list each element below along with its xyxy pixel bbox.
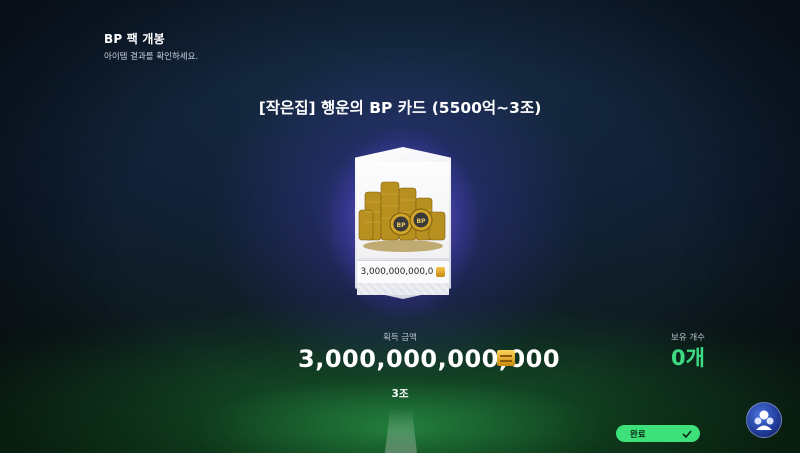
owned-count-value: 0개 bbox=[671, 346, 705, 370]
page-subtitle: 아이템 결과를 확인하세요. bbox=[104, 52, 199, 62]
page-header: BP 팩 개봉 아이템 결과를 확인하세요. bbox=[104, 30, 198, 62]
svg-text:BP: BP bbox=[417, 218, 427, 225]
pack-title: [작은집] 행운의 BP 카드 (5500억~3조) bbox=[258, 99, 542, 117]
svg-text:BP: BP bbox=[397, 222, 407, 229]
earned-amount: 3,000,000,000,000 bbox=[298, 345, 561, 373]
card-value: 3,000,000,000,0 bbox=[360, 267, 434, 277]
done-button-label: 완료 bbox=[630, 429, 646, 440]
check-icon bbox=[682, 429, 692, 438]
earned-amount-short: 3조 bbox=[391, 388, 409, 400]
card-value-bar: 3,000,000,000,0 bbox=[357, 260, 449, 284]
bp-currency-icon bbox=[436, 267, 446, 277]
user-group-icon bbox=[754, 410, 774, 430]
page-title: BP 팩 개봉 bbox=[104, 32, 165, 46]
card-footer-pattern bbox=[357, 283, 449, 295]
bp-currency-icon bbox=[497, 350, 515, 366]
avatar[interactable] bbox=[746, 402, 782, 438]
done-button[interactable]: 완료 bbox=[616, 425, 700, 442]
bp-coin-stack-icon: BP BP bbox=[357, 162, 449, 258]
